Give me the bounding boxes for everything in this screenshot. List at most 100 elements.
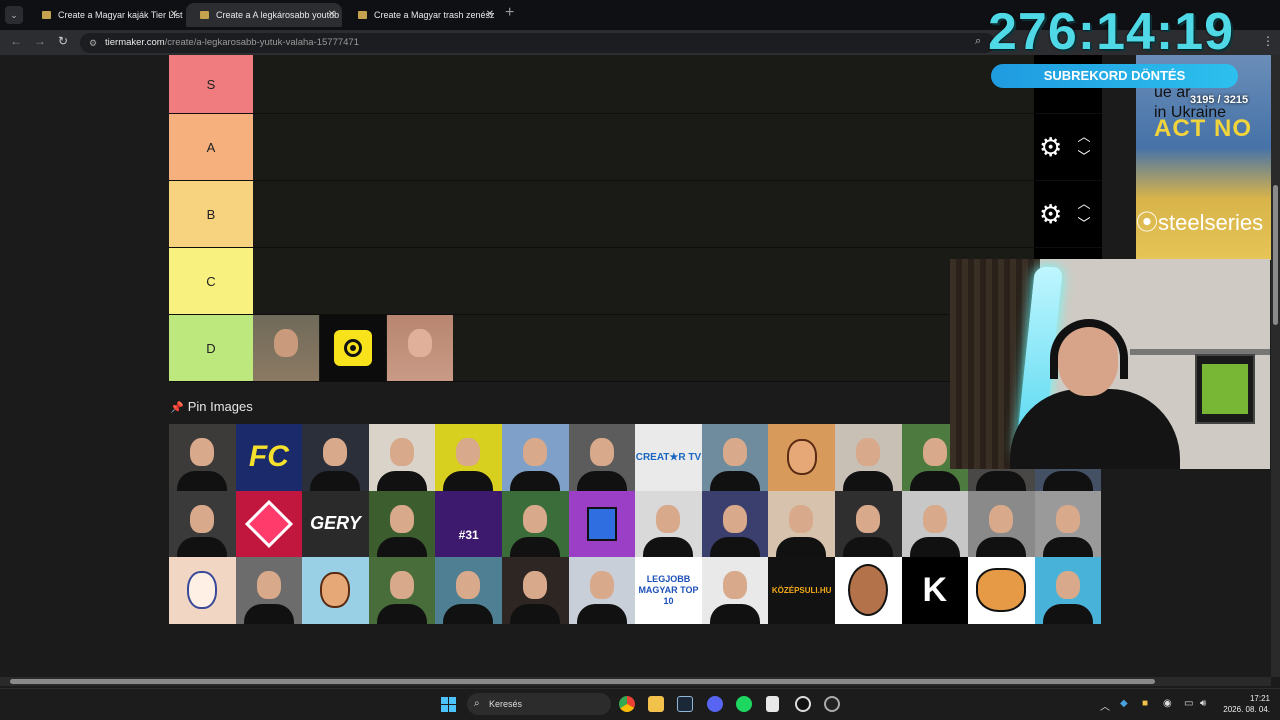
close-tab-icon[interactable]: ✕ xyxy=(170,3,178,27)
pool-image-17[interactable]: GERY xyxy=(302,490,369,558)
close-tab-icon[interactable]: ✕ xyxy=(328,3,336,27)
gear-icon[interactable]: ⚙ xyxy=(1039,114,1062,180)
pool-image-23[interactable] xyxy=(701,490,769,558)
pool-image-5[interactable] xyxy=(435,424,502,491)
chevron-up-icon[interactable]: ︿ xyxy=(1077,129,1090,144)
taskbar-clock[interactable]: 17:21 2026. 08. 04. xyxy=(1222,693,1270,715)
pool-image-36[interactable]: LEGJOBB MAGYAR TOP 10 xyxy=(635,557,702,624)
pool-image-29[interactable] xyxy=(169,557,236,624)
pool-image-42[interactable] xyxy=(1034,557,1102,624)
reload-icon[interactable]: ↻ xyxy=(58,34,68,48)
site-info-icon[interactable]: ⚙ xyxy=(89,33,97,53)
pool-image-28[interactable] xyxy=(1034,490,1102,558)
pool-image-16[interactable] xyxy=(235,490,303,558)
pool-image-26[interactable] xyxy=(901,490,969,558)
tier-items-c[interactable] xyxy=(253,248,1034,314)
gear-icon[interactable]: ⚙ xyxy=(1039,181,1062,247)
discord-tray-icon[interactable]: ◉ xyxy=(1163,698,1172,709)
chevron-up-icon[interactable]: ︿ xyxy=(1077,196,1090,211)
chrome-icon[interactable] xyxy=(619,696,635,712)
folder-tray-icon[interactable]: ■ xyxy=(1142,698,1148,709)
pool-image-39[interactable] xyxy=(834,557,902,624)
obs-icon[interactable] xyxy=(795,696,811,712)
shirt-shape xyxy=(443,603,494,624)
pool-image-37[interactable] xyxy=(701,557,769,624)
discord-icon[interactable] xyxy=(707,696,723,712)
pool-image-31[interactable] xyxy=(302,557,369,624)
back-arrow-icon[interactable]: ← xyxy=(10,34,22,48)
pool-image-2[interactable]: FC xyxy=(235,424,303,491)
pool-image-3[interactable] xyxy=(302,424,369,491)
tier-items-b[interactable] xyxy=(253,181,1034,247)
new-tab-button[interactable]: + xyxy=(505,4,514,22)
tier-label-a[interactable]: A xyxy=(169,114,253,180)
tier-item-bearded-man[interactable] xyxy=(253,315,319,381)
tab-magyar-kajak[interactable]: Create a Magyar kaják Tier List ✕ xyxy=(28,3,184,27)
notepad-icon[interactable] xyxy=(766,696,779,712)
zoom-icon[interactable]: ⌕ xyxy=(975,35,981,48)
tier-item-shirtless-man[interactable] xyxy=(387,315,453,381)
pool-image-18[interactable] xyxy=(368,490,436,558)
address-bar[interactable]: ⚙ tiermaker.com/create/a-legkarosabb-yut… xyxy=(80,33,995,53)
taskbar-search[interactable]: ⌕ Keresés xyxy=(467,693,611,715)
pool-image-41[interactable] xyxy=(968,557,1035,624)
chevron-down-icon[interactable]: ﹀ xyxy=(1077,149,1090,164)
pool-image-10[interactable] xyxy=(768,424,835,491)
pool-image-34[interactable] xyxy=(501,557,569,624)
steam-tray-icon[interactable]: ◆ xyxy=(1120,698,1128,709)
tab-magyar-trash-zenesz[interactable]: Create a Magyar trash zenész ✕ xyxy=(344,3,500,27)
shirt-shape xyxy=(842,470,893,491)
tier-label-c[interactable]: C xyxy=(169,248,253,314)
pool-image-19[interactable]: #31 xyxy=(435,490,502,558)
tab-search-button[interactable]: ⌄ xyxy=(5,6,23,24)
pool-image-25[interactable] xyxy=(834,490,902,558)
subgoal-count: 3195 / 3215 xyxy=(1190,94,1249,106)
tray-expand-icon[interactable]: ︿ xyxy=(1100,698,1110,713)
volume-icon[interactable]: 🔊︎ xyxy=(1200,698,1206,709)
menu-kebab-icon[interactable]: ⋮ xyxy=(1262,34,1274,48)
chevron-down-icon[interactable]: ﹀ xyxy=(1077,216,1090,231)
tier-items-s[interactable] xyxy=(253,55,1034,113)
pool-image-33[interactable] xyxy=(435,557,502,624)
network-icon[interactable]: ▭ xyxy=(1184,698,1193,709)
tier-label-d[interactable]: D xyxy=(169,315,253,381)
tier-label-b[interactable]: B xyxy=(169,181,253,247)
pool-image-30[interactable] xyxy=(235,557,303,624)
pool-image-15[interactable] xyxy=(169,490,236,558)
tier-items-d[interactable] xyxy=(253,315,1034,381)
pool-image-27[interactable] xyxy=(968,490,1035,558)
pool-image-24[interactable] xyxy=(768,490,835,558)
pool-image-20[interactable] xyxy=(501,490,569,558)
steam-icon[interactable] xyxy=(677,696,693,712)
pool-image-6[interactable] xyxy=(501,424,569,491)
pool-image-38[interactable]: KÖZÉPSULI.HU xyxy=(768,557,835,624)
file-explorer-icon[interactable] xyxy=(648,696,664,712)
person-icon xyxy=(702,491,769,558)
tier-items-a[interactable] xyxy=(253,114,1034,180)
pool-image-11[interactable] xyxy=(834,424,902,491)
pool-image-8[interactable]: CREAT★R TV xyxy=(635,424,702,491)
horizontal-scrollbar[interactable] xyxy=(0,677,1271,686)
pool-image-40[interactable]: K xyxy=(901,557,969,624)
pool-image-7[interactable] xyxy=(568,424,636,491)
face-shape xyxy=(522,571,547,600)
pool-image-22[interactable]: ПЯК xyxy=(635,490,702,558)
pool-image-9[interactable] xyxy=(701,424,769,491)
horizontal-scroll-thumb[interactable] xyxy=(10,679,1155,684)
windows-start-icon[interactable] xyxy=(441,697,456,712)
ghub-icon[interactable] xyxy=(824,696,840,712)
forward-arrow-icon[interactable]: → xyxy=(34,34,46,48)
vertical-scrollbar[interactable] xyxy=(1271,55,1280,677)
close-tab-icon[interactable]: ✕ xyxy=(486,3,494,27)
spotify-icon[interactable] xyxy=(736,696,752,712)
vertical-scroll-thumb[interactable] xyxy=(1273,185,1278,325)
pool-image-1[interactable] xyxy=(169,424,236,491)
tab-legkarosabb-youtuber[interactable]: Create a A legkárosabb youtub ✕ xyxy=(186,3,342,27)
pool-image-4[interactable] xyxy=(368,424,436,491)
pool-image-21[interactable] xyxy=(568,490,636,558)
pin-images-toggle[interactable]: 📌 Pin Images xyxy=(170,399,253,414)
tier-item-yellow-eye-logo[interactable] xyxy=(320,315,386,381)
pool-image-32[interactable] xyxy=(368,557,436,624)
pool-image-35[interactable] xyxy=(568,557,636,624)
tier-label-s[interactable]: S xyxy=(169,55,253,113)
